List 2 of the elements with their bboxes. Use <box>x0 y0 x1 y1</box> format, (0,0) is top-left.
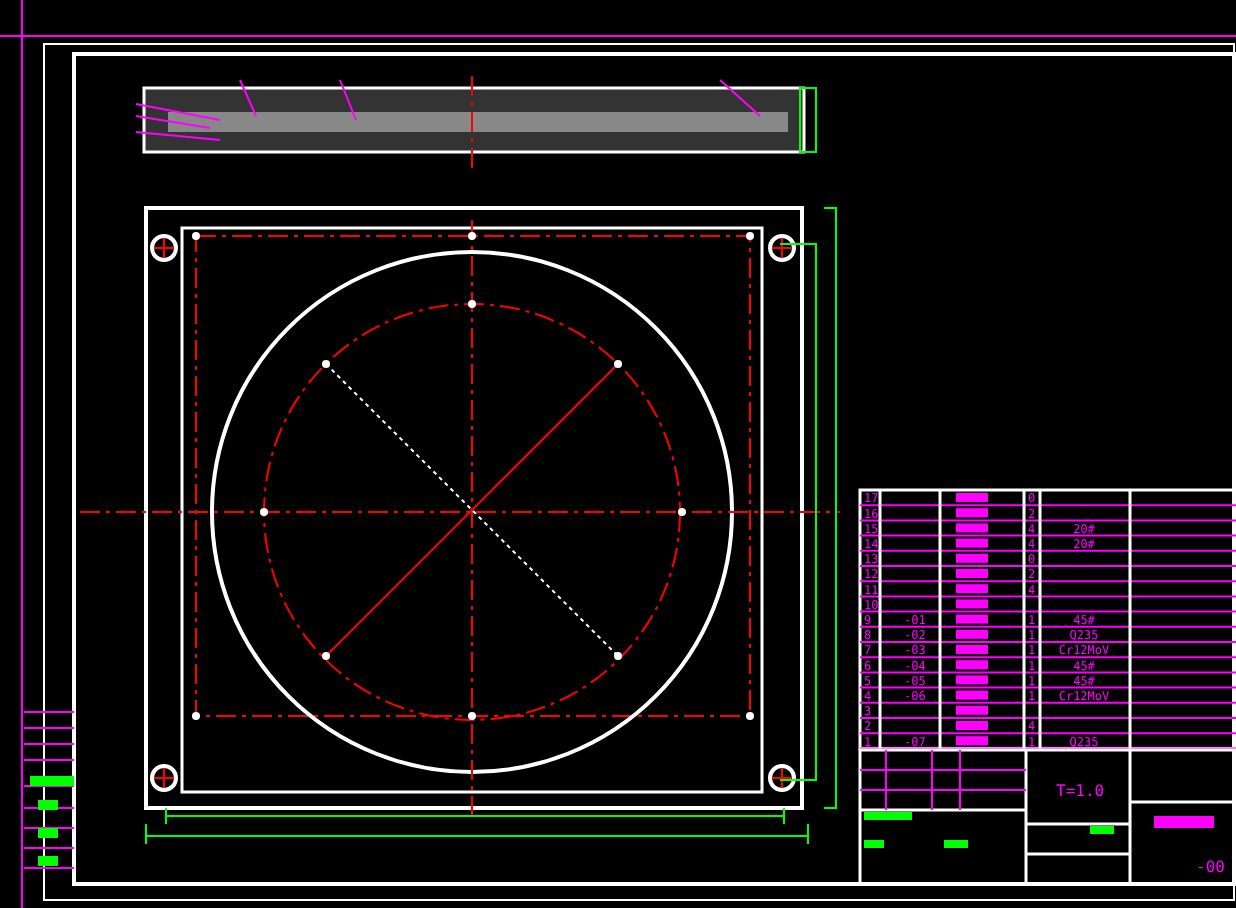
drawing-number: -00 <box>1196 858 1225 876</box>
thickness-label: T=1.0 <box>1056 782 1105 800</box>
